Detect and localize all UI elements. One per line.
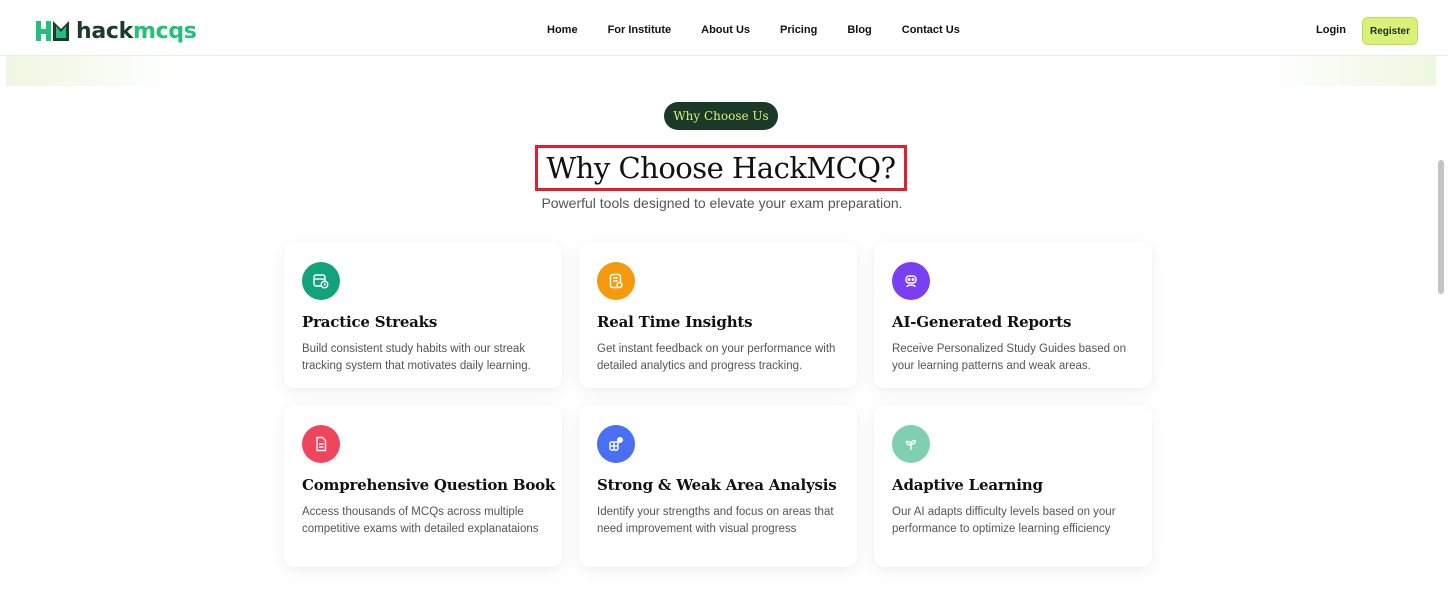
calendar-clock-icon bbox=[302, 262, 340, 300]
feature-title: Adaptive Learning bbox=[892, 476, 1043, 494]
nav-item-blog[interactable]: Blog bbox=[847, 24, 871, 36]
feature-title: AI-Generated Reports bbox=[892, 313, 1072, 331]
brand-logo[interactable]: hackmcqs bbox=[36, 18, 197, 44]
page-scrollbar[interactable] bbox=[1438, 160, 1444, 294]
sprout-icon bbox=[892, 425, 930, 463]
nav-item-about-us[interactable]: About Us bbox=[701, 24, 750, 36]
feature-card-comprehensive-question-book: Comprehensive Question Book Access thous… bbox=[284, 405, 562, 567]
feature-description: Identify your strengths and focus on are… bbox=[597, 506, 834, 535]
nav-item-for-institute[interactable]: For Institute bbox=[608, 24, 672, 36]
nav-item-pricing[interactable]: Pricing bbox=[780, 24, 817, 36]
feature-title: Real Time Insights bbox=[597, 313, 753, 331]
nav-item-home[interactable]: Home bbox=[547, 24, 578, 36]
feature-title: Strong & Weak Area Analysis bbox=[597, 476, 837, 494]
feature-card-practice-streaks: Practice Streaks Build consistent study … bbox=[284, 242, 562, 388]
logo-mark-icon bbox=[36, 21, 69, 41]
nav-item-contact-us[interactable]: Contact Us bbox=[902, 24, 960, 36]
analysis-icon bbox=[597, 425, 635, 463]
section-title: Why Choose HackMCQ? bbox=[546, 151, 896, 185]
feature-card-ai-generated-reports: AI-Generated Reports Receive Personalize… bbox=[874, 242, 1152, 388]
feature-description: Receive Personalized Study Guides based … bbox=[892, 343, 1126, 372]
main-nav: Home For Institute About Us Pricing Blog… bbox=[547, 24, 960, 36]
feature-title: Practice Streaks bbox=[302, 313, 438, 331]
section-title-box: Why Choose HackMCQ? bbox=[535, 145, 907, 191]
login-link[interactable]: Login bbox=[1316, 24, 1346, 36]
feature-description: Build consistent study habits with our s… bbox=[302, 343, 531, 372]
brand-name-part2: mcqs bbox=[132, 18, 197, 44]
header-gradient-band bbox=[6, 56, 1436, 86]
register-button[interactable]: Register bbox=[1362, 17, 1418, 45]
feature-card-strong-weak-area-analysis: Strong & Weak Area Analysis Identify you… bbox=[579, 405, 857, 567]
document-icon bbox=[302, 425, 340, 463]
robot-icon bbox=[892, 262, 930, 300]
feature-title: Comprehensive Question Book bbox=[302, 476, 556, 494]
feature-description: Get instant feedback on your performance… bbox=[597, 343, 836, 372]
top-header: hackmcqs Home For Institute About Us Pri… bbox=[0, 0, 1448, 56]
feature-card-adaptive-learning: Adaptive Learning Our AI adapts difficul… bbox=[874, 405, 1152, 567]
feature-description: Access thousands of MCQs across multiple… bbox=[302, 506, 539, 535]
report-icon bbox=[597, 262, 635, 300]
feature-card-real-time-insights: Real Time Insights Get instant feedback … bbox=[579, 242, 857, 388]
brand-name-part1: hack bbox=[76, 18, 133, 44]
section-subtitle: Powerful tools designed to elevate your … bbox=[541, 195, 903, 211]
brand-name: hackmcqs bbox=[76, 19, 197, 44]
feature-description: Our AI adapts difficulty levels based on… bbox=[892, 506, 1116, 535]
section-badge: Why Choose Us bbox=[664, 102, 778, 130]
